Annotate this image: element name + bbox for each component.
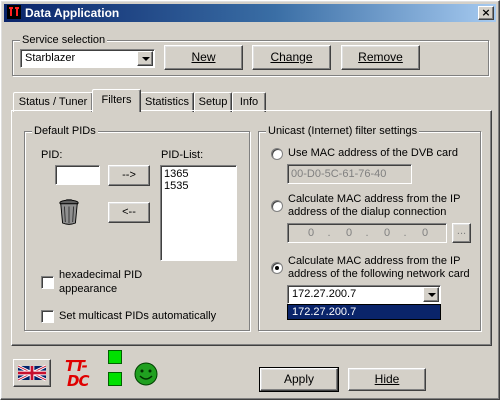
- mac-address-field: 00-D0-5C-61-76-40: [287, 164, 412, 184]
- arrow-right-icon: -->: [122, 169, 136, 181]
- ip-dot: .: [403, 227, 407, 239]
- network-card-dropdown[interactable]: 172.27.200.7: [287, 285, 441, 304]
- hex-pid-label-line2: appearance: [59, 283, 118, 295]
- multicast-label: Set multicast PIDs automatically: [59, 310, 217, 322]
- ip-octet: 0: [421, 227, 429, 239]
- tab-setup[interactable]: Setup: [194, 92, 232, 112]
- radio-use-dvb-mac[interactable]: [271, 148, 283, 160]
- unicast-settings-title: Unicast (Internet) filter settings: [266, 125, 420, 138]
- radio-network-card-ip[interactable]: [271, 262, 283, 274]
- browse-button-label: ...: [456, 225, 467, 237]
- app-icon: [7, 5, 21, 19]
- service-dropdown-value: Starblazer: [25, 52, 76, 64]
- hide-button[interactable]: Hide: [348, 368, 426, 391]
- chevron-down-icon: [428, 293, 436, 297]
- hide-button-label: Hide: [374, 372, 400, 386]
- tab-label: Info: [239, 96, 259, 108]
- new-service-button[interactable]: New: [164, 45, 243, 70]
- tab-label: Statistics: [144, 96, 189, 108]
- language-button[interactable]: [13, 359, 51, 387]
- dialup-ip-field: 0 . 0 . 0 . 0: [287, 223, 447, 243]
- ip-octet: 0: [307, 227, 315, 239]
- tab-filters[interactable]: Filters: [92, 89, 141, 112]
- change-service-button[interactable]: Change: [252, 45, 331, 70]
- change-button-label: Change: [270, 50, 313, 64]
- dropdown-list-item-selected[interactable]: 172.27.200.7: [287, 304, 441, 320]
- status-led-bottom: [108, 372, 122, 386]
- default-pids-title: Default PIDs: [32, 125, 98, 138]
- tab-statistics[interactable]: Statistics: [140, 92, 194, 112]
- uk-flag-icon: [18, 364, 46, 382]
- list-item[interactable]: 1365: [164, 168, 233, 180]
- application-window: Data Application × Service selection Sta…: [0, 0, 500, 400]
- tab-label: Setup: [198, 96, 228, 108]
- radio-dialup-ip-label-line2: address of the dialup connection: [288, 206, 447, 218]
- ip-octet: 0: [345, 227, 353, 239]
- status-led-top: [108, 350, 122, 364]
- ip-dot: .: [327, 227, 331, 239]
- pid-list[interactable]: 1365 1535: [160, 165, 237, 261]
- radio-use-dvb-mac-label: Use MAC address of the DVB card: [288, 147, 458, 159]
- logo-text-bottom: DC: [67, 372, 89, 390]
- network-card-value: 172.27.200.7: [292, 288, 357, 300]
- chevron-down-icon: [142, 57, 150, 61]
- list-item[interactable]: 1535: [164, 180, 233, 192]
- radio-network-card-label-line2: address of the following network card: [288, 268, 470, 280]
- apply-button-label: Apply: [283, 372, 315, 386]
- ip-octet: 0: [383, 227, 391, 239]
- radio-network-card-label-line1: Calculate MAC address from the IP: [288, 255, 461, 267]
- pid-label: PID:: [41, 149, 63, 161]
- close-button[interactable]: ×: [478, 6, 494, 20]
- window-title: Data Application: [25, 6, 120, 20]
- multicast-checkbox[interactable]: [41, 310, 54, 323]
- hex-pid-checkbox[interactable]: [41, 276, 54, 289]
- remove-button-label: Remove: [358, 50, 403, 64]
- tab-label: Filters: [101, 94, 132, 106]
- pid-list-label: PID-List:: [161, 149, 204, 161]
- filters-tab-panel: Default PIDs PID: --> <-- PID-List: 1365…: [11, 110, 492, 346]
- dropdown-option-label: 172.27.200.7: [292, 306, 357, 318]
- add-pid-button[interactable]: -->: [108, 165, 150, 186]
- pid-input[interactable]: [55, 165, 100, 185]
- apply-button[interactable]: Apply: [259, 367, 339, 392]
- trash-icon[interactable]: [58, 197, 80, 227]
- radio-dialup-ip[interactable]: [271, 200, 283, 212]
- remove-pid-button[interactable]: <--: [108, 202, 150, 223]
- ip-dot: .: [365, 227, 369, 239]
- arrow-left-icon: <--: [122, 206, 136, 218]
- new-button-label: New: [191, 50, 216, 64]
- tt-dc-logo: TT- DC: [63, 357, 101, 391]
- service-selection-title: Service selection: [20, 34, 108, 47]
- close-icon: ×: [481, 6, 491, 19]
- hex-pid-label-line1: hexadecimal PID: [59, 269, 143, 281]
- tab-label: Status / Tuner: [18, 96, 88, 108]
- tab-status-tuner[interactable]: Status / Tuner: [13, 92, 93, 112]
- title-bar[interactable]: Data Application ×: [4, 4, 496, 22]
- radio-dialup-ip-label-line1: Calculate MAC address from the IP: [288, 193, 461, 205]
- browse-button: ...: [452, 223, 471, 243]
- dropdown-arrow-button[interactable]: [423, 287, 439, 302]
- service-dropdown[interactable]: Starblazer: [20, 49, 155, 68]
- remove-service-button[interactable]: Remove: [341, 45, 420, 70]
- mac-address-value: 00-D0-5C-61-76-40: [291, 168, 387, 180]
- smiley-icon: [134, 362, 158, 386]
- dropdown-arrow-button[interactable]: [137, 51, 153, 66]
- tab-info[interactable]: Info: [232, 92, 266, 112]
